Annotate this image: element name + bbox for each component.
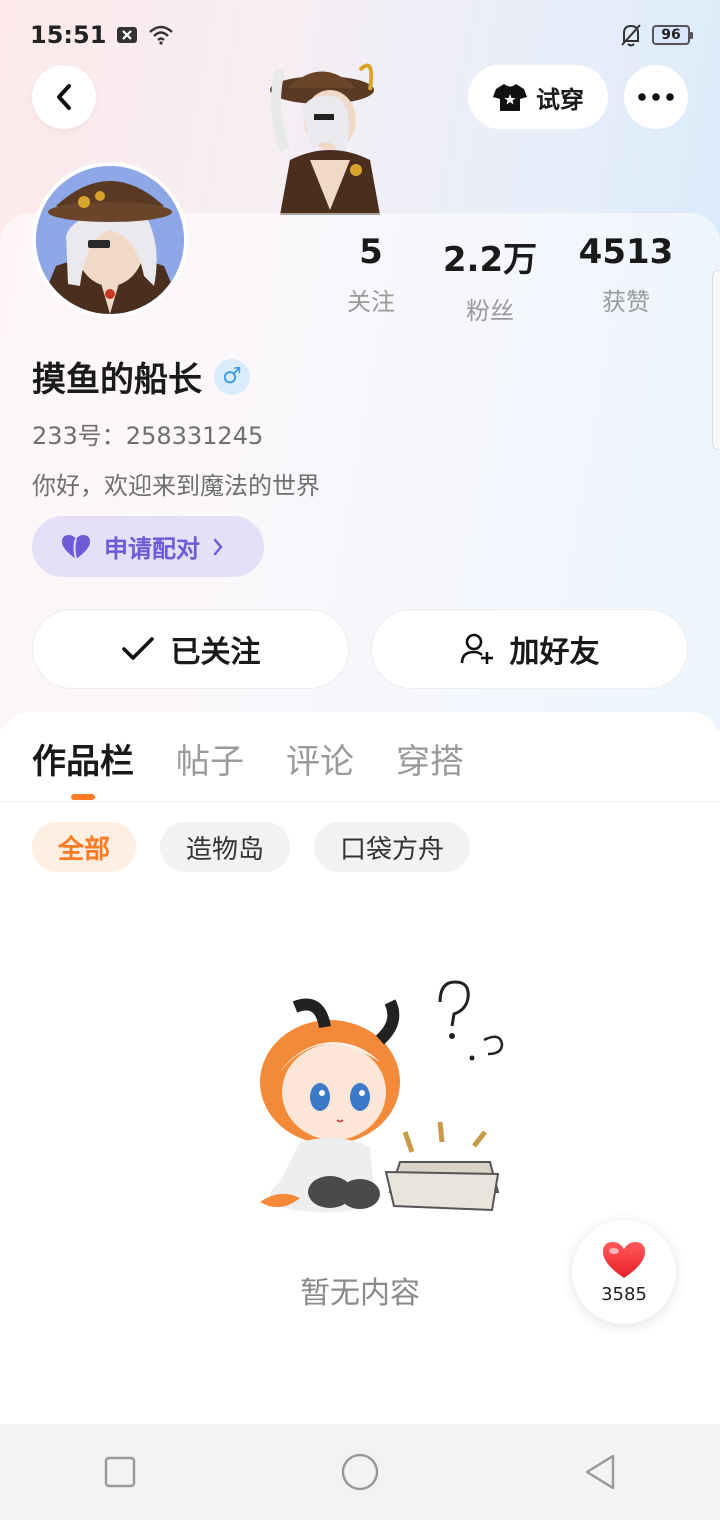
stat-likes[interactable]: 4513 获赞 bbox=[558, 232, 694, 326]
stat-value: 5 bbox=[359, 232, 383, 272]
like-button[interactable]: 3585 bbox=[572, 1220, 676, 1324]
tabs-divider bbox=[0, 801, 720, 802]
stat-label: 粉丝 bbox=[466, 297, 514, 325]
back-arrow-icon bbox=[57, 84, 71, 110]
check-icon bbox=[121, 637, 154, 660]
stat-label: 关注 bbox=[347, 288, 395, 316]
heart-icon bbox=[603, 1241, 645, 1278]
add-friend-label: 加好友 bbox=[509, 635, 600, 670]
request-pair-label: 申请配对 bbox=[104, 535, 200, 563]
tab-outfits[interactable]: 穿搭 bbox=[396, 734, 464, 783]
circle-icon bbox=[341, 1453, 379, 1491]
filter-chips: 全部 造物岛 口袋方舟 bbox=[32, 822, 471, 872]
following-label: 已关注 bbox=[170, 635, 261, 670]
mute-bell-icon bbox=[620, 23, 642, 47]
tshirt-icon bbox=[493, 84, 527, 111]
battery-indicator: 96 bbox=[652, 25, 693, 45]
more-options-button[interactable] bbox=[624, 65, 688, 129]
add-user-icon bbox=[460, 633, 493, 664]
filter-creation-island[interactable]: 造物岛 bbox=[160, 822, 291, 872]
heart-icon bbox=[62, 534, 90, 559]
stat-value: 2.2万 bbox=[442, 240, 538, 280]
user-id[interactable]: 233号：258331245 bbox=[32, 416, 263, 451]
following-button[interactable]: 已关注 bbox=[32, 609, 349, 689]
side-scroll-handle[interactable] bbox=[712, 270, 720, 450]
username-text: 摸鱼的船长 bbox=[32, 360, 202, 400]
notification-icon bbox=[116, 26, 138, 44]
tab-works[interactable]: 作品栏 bbox=[32, 734, 134, 783]
more-dots-icon bbox=[638, 93, 674, 101]
empty-state-illustration bbox=[240, 962, 510, 1232]
try-on-button[interactable]: 试穿 bbox=[468, 65, 608, 129]
home-button[interactable] bbox=[330, 1442, 390, 1502]
filter-all[interactable]: 全部 bbox=[32, 822, 137, 872]
stat-label: 获赞 bbox=[602, 288, 650, 316]
profile-stats: 5 关注 2.2万 粉丝 4513 获赞 bbox=[320, 232, 700, 326]
stat-followers[interactable]: 2.2万 粉丝 bbox=[422, 232, 558, 326]
active-tab-indicator bbox=[71, 794, 95, 800]
male-gender-icon: ♂ bbox=[214, 358, 250, 395]
tab-comments[interactable]: 评论 bbox=[286, 734, 354, 783]
back-button[interactable] bbox=[32, 65, 96, 129]
filter-pocket-ark[interactable]: 口袋方舟 bbox=[314, 822, 471, 872]
chevron-right-icon bbox=[213, 538, 223, 555]
stat-following[interactable]: 5 关注 bbox=[320, 232, 422, 326]
system-back-button[interactable] bbox=[570, 1442, 630, 1502]
user-bio: 你好，欢迎来到魔法的世界 bbox=[32, 472, 320, 500]
system-navigation-bar bbox=[0, 1424, 720, 1520]
square-icon bbox=[104, 1456, 136, 1488]
username: 摸鱼的船长 ♂ bbox=[32, 352, 250, 401]
recent-apps-button[interactable] bbox=[90, 1442, 150, 1502]
tab-posts[interactable]: 帖子 bbox=[176, 734, 244, 783]
triangle-back-icon bbox=[585, 1454, 615, 1490]
like-count: 3585 bbox=[601, 1283, 647, 1305]
add-friend-button[interactable]: 加好友 bbox=[371, 609, 688, 689]
profile-tabs: 作品栏 帖子 评论 穿搭 bbox=[32, 734, 464, 783]
status-time: 15:51 bbox=[30, 21, 107, 49]
avatar[interactable] bbox=[32, 162, 188, 318]
stat-value: 4513 bbox=[578, 232, 674, 272]
avatar-character-figure bbox=[240, 50, 400, 215]
wifi-icon bbox=[148, 25, 174, 45]
request-pair-button[interactable]: 申请配对 bbox=[32, 516, 264, 577]
try-on-label: 试穿 bbox=[536, 85, 584, 114]
